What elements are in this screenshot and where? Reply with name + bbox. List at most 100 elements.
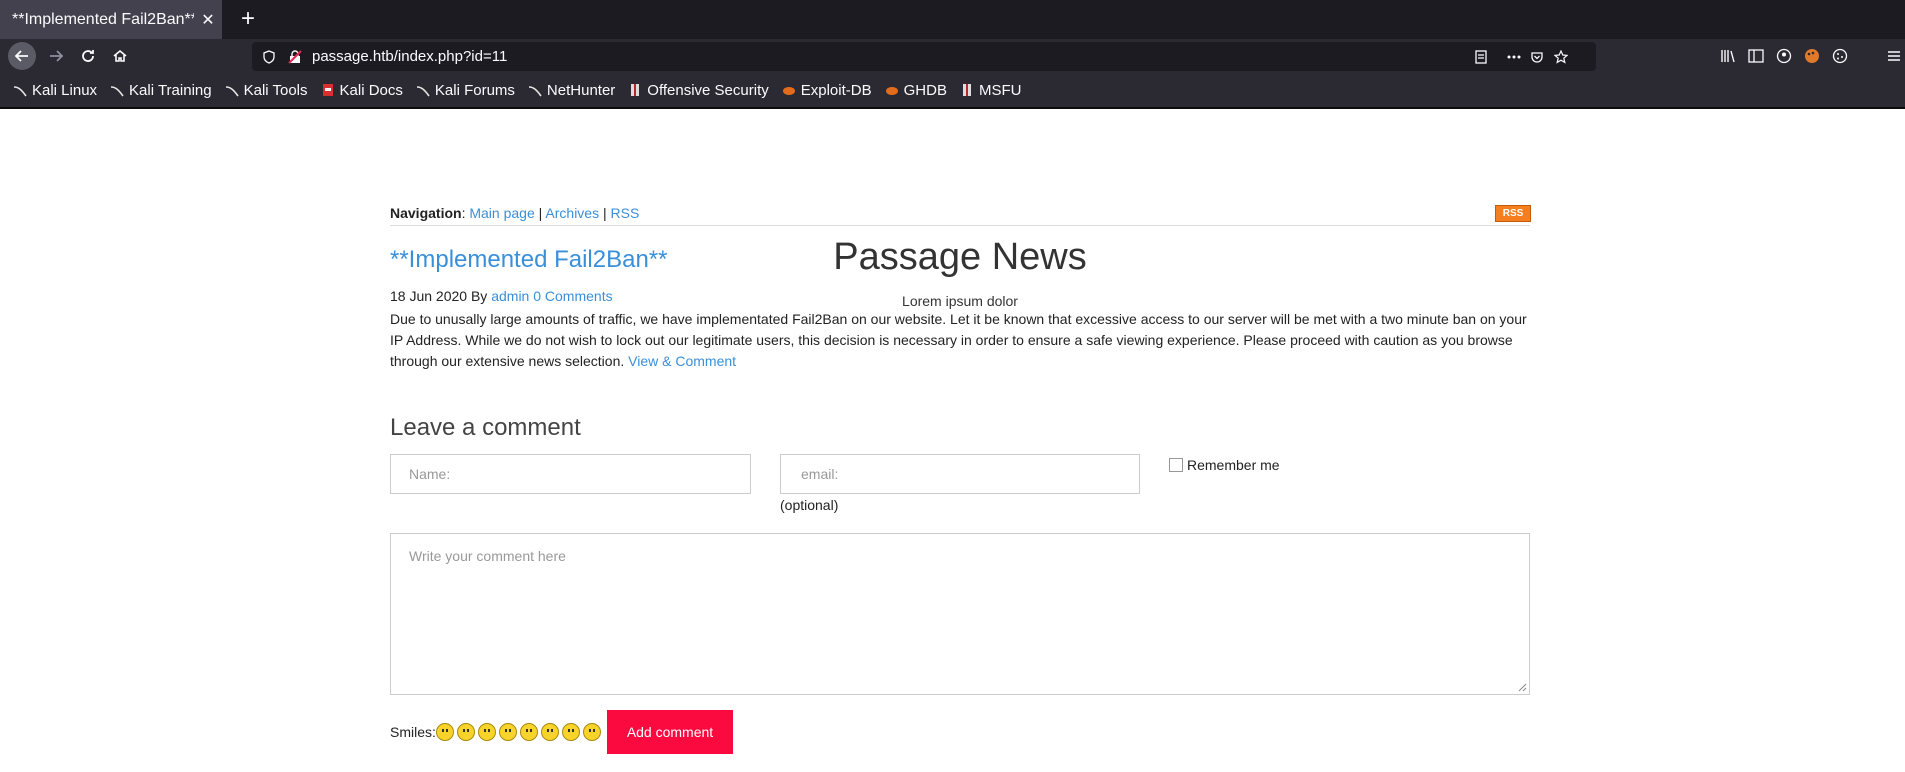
bookmark-label: Offensive Security (647, 81, 769, 99)
smiley-neutral-icon[interactable] (456, 723, 475, 741)
smiley-tongue-icon[interactable] (498, 723, 517, 741)
site-title: Passage News (833, 236, 1087, 278)
bookmark-ghdb[interactable]: GHDB (885, 82, 947, 99)
bookmark-label: Kali Linux (32, 81, 98, 99)
bookmark-exploit-db[interactable]: Exploit-DB (782, 82, 872, 99)
kali-dragon-icon (225, 86, 239, 97)
smiley-sad-icon[interactable] (540, 723, 559, 741)
kali-dragon-icon (13, 86, 27, 97)
kali-dragon-icon (111, 86, 124, 97)
close-tab-icon[interactable]: ✕ (194, 10, 222, 30)
nav-link-rss[interactable]: RSS (611, 205, 640, 221)
reload-icon (82, 50, 94, 62)
smiley-laugh-icon[interactable] (519, 723, 538, 741)
bookmark-kali-tools[interactable]: Kali Tools (225, 82, 308, 99)
home-icon (113, 49, 127, 62)
bookmark-kali-linux[interactable]: Kali Linux (13, 82, 97, 99)
library-icon[interactable] (1714, 42, 1742, 70)
smiles-label: Smiles: (390, 724, 436, 740)
site-subtitle: Lorem ipsum dolor (902, 293, 1018, 309)
remember-me-checkbox[interactable] (1169, 458, 1183, 472)
navigation-label: Navigation (390, 205, 462, 221)
insecure-lock-icon[interactable] (286, 48, 304, 66)
comment-heading: Leave a comment (390, 414, 581, 441)
bookmark-label: Kali Docs (339, 81, 403, 99)
bookmark-label: GHDB (903, 81, 947, 99)
post-by: By (470, 288, 488, 304)
smiley-cool-icon[interactable] (582, 723, 601, 741)
site-navigation: Navigation: Main page | Archives | RSS (390, 205, 640, 221)
remember-me-option[interactable]: Remember me (1169, 457, 1280, 473)
post-comments-link[interactable]: 0 Comments (533, 288, 612, 304)
post-body: Due to unusally large amounts of traffic… (390, 309, 1530, 372)
offsec-icon (962, 84, 971, 96)
post-author-link[interactable]: admin (491, 288, 529, 304)
comment-textarea[interactable]: Write your comment here (390, 533, 1530, 695)
reader-view-icon[interactable] (1472, 48, 1490, 66)
bookmark-msfu[interactable]: MSFU (960, 81, 1022, 99)
bookmark-label: Kali Forums (434, 81, 515, 99)
bookmark-kali-docs[interactable]: Kali Docs (321, 82, 403, 99)
email-input[interactable]: email: (780, 454, 1140, 494)
post-meta: 18 Jun 2020 By admin 0 Comments (390, 288, 613, 304)
forward-button[interactable] (42, 42, 70, 70)
menu-wrapper (1884, 42, 1904, 70)
active-tab[interactable]: **Implemented Fail2Ban** ✕ (0, 0, 222, 39)
more-actions-icon[interactable] (1505, 48, 1523, 66)
remember-me-label: Remember me (1187, 457, 1280, 473)
home-button[interactable] (106, 42, 134, 70)
header-divider (390, 225, 1530, 226)
arrow-left-icon (14, 50, 28, 62)
bookmark-label: Exploit-DB (800, 81, 872, 99)
smiley-angry-icon[interactable] (561, 723, 580, 741)
bookmark-kali-forums[interactable]: Kali Forums (416, 82, 515, 99)
name-input[interactable]: Name: (390, 454, 751, 494)
nav-link-main-page[interactable]: Main page (469, 205, 534, 221)
url-bar[interactable]: passage.htb/index.php?id=11 (252, 42, 1596, 71)
email-optional-note: (optional) (780, 497, 839, 513)
toolbar-right-icons (1714, 42, 1854, 70)
kali-docs-icon (322, 84, 333, 96)
bookmark-offensive-security[interactable]: Offensive Security (628, 81, 769, 99)
bookmark-label: Kali Tools (243, 81, 308, 99)
chrome-divider (0, 107, 1905, 109)
ghdb-icon (885, 87, 898, 95)
account-icon[interactable] (1770, 42, 1798, 70)
rss-feed-icon[interactable]: RSS (1495, 205, 1531, 222)
cookie-extension-icon[interactable] (1826, 42, 1854, 70)
resize-handle-icon[interactable] (1517, 682, 1527, 692)
hamburger-menu-icon[interactable] (1884, 42, 1904, 70)
name-placeholder: Name: (409, 466, 451, 482)
exploit-db-icon (782, 87, 795, 95)
bookmark-label: MSFU (978, 81, 1022, 99)
sidebar-icon[interactable] (1742, 42, 1770, 70)
bookmark-star-icon[interactable] (1552, 48, 1570, 66)
pocket-icon[interactable] (1528, 48, 1546, 66)
navigation-toolbar: passage.htb/index.php?id=11 (0, 39, 1905, 73)
tab-title: **Implemented Fail2Ban** (12, 10, 194, 28)
arrow-right-icon (50, 50, 64, 62)
smiley-wink-icon[interactable] (477, 723, 496, 741)
bookmark-kali-training[interactable]: Kali Training (110, 82, 212, 99)
shield-icon[interactable] (260, 48, 278, 66)
kali-dragon-icon (528, 86, 542, 97)
smiley-smile-icon[interactable] (435, 723, 454, 741)
new-tab-button[interactable]: + (232, 4, 264, 36)
kali-dragon-icon (416, 86, 430, 97)
add-comment-button[interactable]: Add comment (607, 710, 733, 754)
post-title[interactable]: **Implemented Fail2Ban** (390, 246, 668, 274)
comment-placeholder: Write your comment here (409, 548, 566, 564)
bookmark-nethunter[interactable]: NetHunter (528, 82, 615, 99)
email-placeholder: email: (801, 466, 839, 482)
view-comment-link[interactable]: View & Comment (628, 353, 736, 369)
extension-palette-icon[interactable] (1798, 42, 1826, 70)
bookmark-label: Kali Training (129, 81, 212, 99)
back-button[interactable] (8, 42, 36, 70)
bookmarks-toolbar: Kali Linux Kali Training Kali Tools Kali… (0, 73, 1905, 107)
nav-link-archives[interactable]: Archives (545, 205, 599, 221)
offsec-icon (631, 84, 640, 96)
post-date: 18 Jun 2020 (390, 288, 468, 304)
bookmark-label: NetHunter (546, 81, 616, 99)
reload-button[interactable] (74, 42, 102, 70)
url-text: passage.htb/index.php?id=11 (312, 48, 508, 65)
